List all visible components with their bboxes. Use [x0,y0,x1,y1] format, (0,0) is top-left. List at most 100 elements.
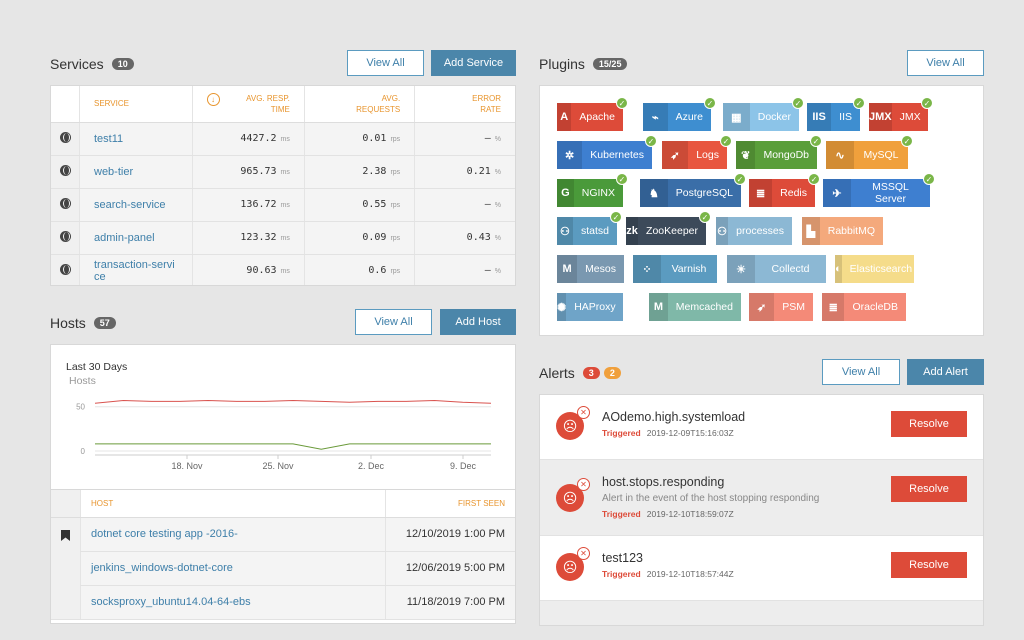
alert-item[interactable]: ☹ ✕ host.stops.responding Alert in the ev… [540,460,983,536]
plugin-mesos[interactable]: M Mesos [557,255,624,283]
service-name-link[interactable]: transaction-servi ce [79,254,193,285]
plugin-apache[interactable]: A Apache ✓ [557,97,628,131]
table-row[interactable]: jenkins_windows-dotnet-core 12/06/2019 5… [51,551,515,586]
plugins-count-badge: 15/25 [592,58,628,70]
resolve-button[interactable]: Resolve [891,411,967,437]
alerts-header: Alerts 3 2 [539,365,621,381]
check-icon: ✓ [720,135,732,147]
plugin-docker[interactable]: ▦ Docker ✓ [723,97,804,131]
plugin-rabbitmq[interactable]: ▙ RabbitMQ [802,217,883,245]
plugin-label: RabbitMQ [827,225,875,237]
resp-value: 965.73 [240,166,277,177]
hosts-col-icon [51,490,81,518]
services-col-requests[interactable]: AVG. REQUESTS [303,86,415,123]
err-value: — [484,199,491,210]
plugin-collectd[interactable]: ☀ Collectd [727,255,826,283]
plugin-mysql[interactable]: ∿ MySQL ✓ [826,135,913,169]
plugin-kubernetes[interactable]: ✲ Kubernetes ✓ [557,135,657,169]
services-title: Services [50,56,104,72]
add-host-button[interactable]: Add Host [440,309,516,335]
hosts-col-first-seen[interactable]: FIRST SEEN [385,490,515,518]
service-name-link[interactable]: admin-panel [79,221,193,255]
plugin-logs[interactable]: ➶ Logs ✓ [662,135,732,169]
resp-value: 123.32 [240,232,277,243]
alert-title[interactable]: test123 [602,551,643,565]
check-icon: ✓ [923,173,935,185]
services-view-all-button[interactable]: View All [347,50,424,76]
req-unit: rps [390,136,401,143]
plugin-oracledb[interactable]: ≣ OracleDB [822,293,906,321]
plugin-label: Docker [757,111,791,123]
check-icon: ✓ [734,173,746,185]
plugin-mssql-server[interactable]: ✈ MSSQL Server ✓ [823,173,935,207]
add-service-button[interactable]: Add Service [431,50,516,76]
services-col-error[interactable]: ERROR RATE [414,86,515,123]
plugin-label: IIS [839,111,852,123]
y-tick-label: 0 [81,447,86,456]
plugin-varnish[interactable]: ⁘ Varnish [633,255,717,283]
plugin-statsd[interactable]: ⚇ statsd ✓ [557,211,622,245]
alert-item[interactable]: ☹ ✕ test123 Triggered 2019-12-10T18:57:44Z… [540,536,983,601]
hosts-table: HOST FIRST SEEN dotnet core testing app … [51,490,515,620]
resp-value: 4427.2 [240,133,277,144]
alert-item[interactable]: ☹ ✕ AOdemo.high.systemload Triggered 2019-… [540,395,983,460]
host-first-seen: 12/10/2019 1:00 PM [385,517,515,552]
plugin-label: JMX [899,111,921,123]
host-name-link[interactable]: socksproxy_ubuntu14.04-64-ebs [79,585,386,620]
service-name-l2: ce [94,270,106,283]
plugin-redis[interactable]: ≣ Redis ✓ [749,173,820,207]
services-table: SERVICE ↓ AVG. RESP. TIME AVG. REQUESTS … [51,86,515,285]
plugin-elasticsearch[interactable]: ◐ Elasticsearch [835,255,914,283]
table-row[interactable]: web-tier 965.73 ms 2.38 rps 0.21% [51,155,515,189]
x-tick-label: 9. Dec [450,461,477,471]
plugin-jmx[interactable]: JMX JMX ✓ [869,97,933,131]
table-row[interactable]: admin-panel 123.32 ms 0.09 rps 0.43% [51,221,515,255]
services-header: Services 10 [50,56,134,72]
plugin-zookeeper[interactable]: zk ZooKeeper ✓ [626,211,711,245]
host-name-link[interactable]: dotnet core testing app -2016- [79,517,386,552]
alert-time: 2019-12-09T15:16:03Z [646,428,734,438]
plugin-logo-icon: IIS [807,103,832,131]
host-name-link[interactable]: jenkins_windows-dotnet-core [79,551,386,586]
hosts-line-chart: 0 50 18. Nov 25. Nov 2. Dec 9. Dec [76,399,492,471]
services-col-service[interactable]: SERVICE [79,86,193,123]
plugins-view-all-button[interactable]: View All [907,50,984,76]
table-row[interactable]: socksproxy_ubuntu14.04-64-ebs 11/18/2019… [51,585,515,620]
resp-value: 90.63 [246,265,277,276]
plugin-processes[interactable]: ⚇ processes [716,217,792,245]
plugin-mongodb[interactable]: ❦ MongoDb ✓ [736,135,822,169]
table-row[interactable]: test11 4427.2 ms 0.01 rps —% [51,122,515,156]
alert-title[interactable]: AOdemo.high.systemload [602,410,745,424]
req-unit: rps [390,268,401,275]
alerts-view-all-button[interactable]: View All [822,359,900,385]
add-alert-button[interactable]: Add Alert [907,359,984,385]
req-value: 0.6 [368,265,387,276]
plugin-label: MySQL [863,149,899,161]
table-row[interactable]: search-service 136.72 ms 0.55 rps —% [51,188,515,222]
services-col-service-label: SERVICE [94,99,129,109]
plugin-azure[interactable]: ⌁ Azure ✓ [643,97,716,131]
resolve-button[interactable]: Resolve [891,476,967,502]
hosts-view-all-button[interactable]: View All [355,309,432,335]
plugin-haproxy[interactable]: ✺ HAProxy [557,293,623,321]
sort-desc-icon[interactable]: ↓ [206,92,220,106]
service-name-link[interactable]: web-tier [79,155,193,189]
resolve-button[interactable]: Resolve [891,552,967,578]
table-row[interactable]: transaction-servi ce 90.63 ms 0.6 rps —% [51,254,515,285]
alert-item-partial[interactable] [540,601,983,625]
plugin-label: Collectd [771,263,810,275]
service-name-link[interactable]: search-service [79,188,193,222]
sad-face-icon: ☹ ✕ [556,406,590,440]
plugin-iis[interactable]: IIS IIS ✓ [807,97,865,131]
plugin-memcached[interactable]: M Memcached [649,293,741,321]
alert-title[interactable]: host.stops.responding [602,475,724,489]
plugins-title: Plugins [539,56,585,72]
globe-icon [51,254,80,285]
plugin-nginx[interactable]: G NGINX ✓ [557,173,628,207]
plugin-postgresql[interactable]: ♞ PostgreSQL ✓ [640,173,746,207]
hosts-col-host[interactable]: HOST [79,490,386,518]
services-col-resp[interactable]: ↓ AVG. RESP. TIME [191,86,305,123]
service-name-link[interactable]: test11 [79,122,193,156]
plugin-psm[interactable]: ➶ PSM [749,293,813,321]
table-row[interactable]: dotnet core testing app -2016- 12/10/201… [51,517,515,620]
